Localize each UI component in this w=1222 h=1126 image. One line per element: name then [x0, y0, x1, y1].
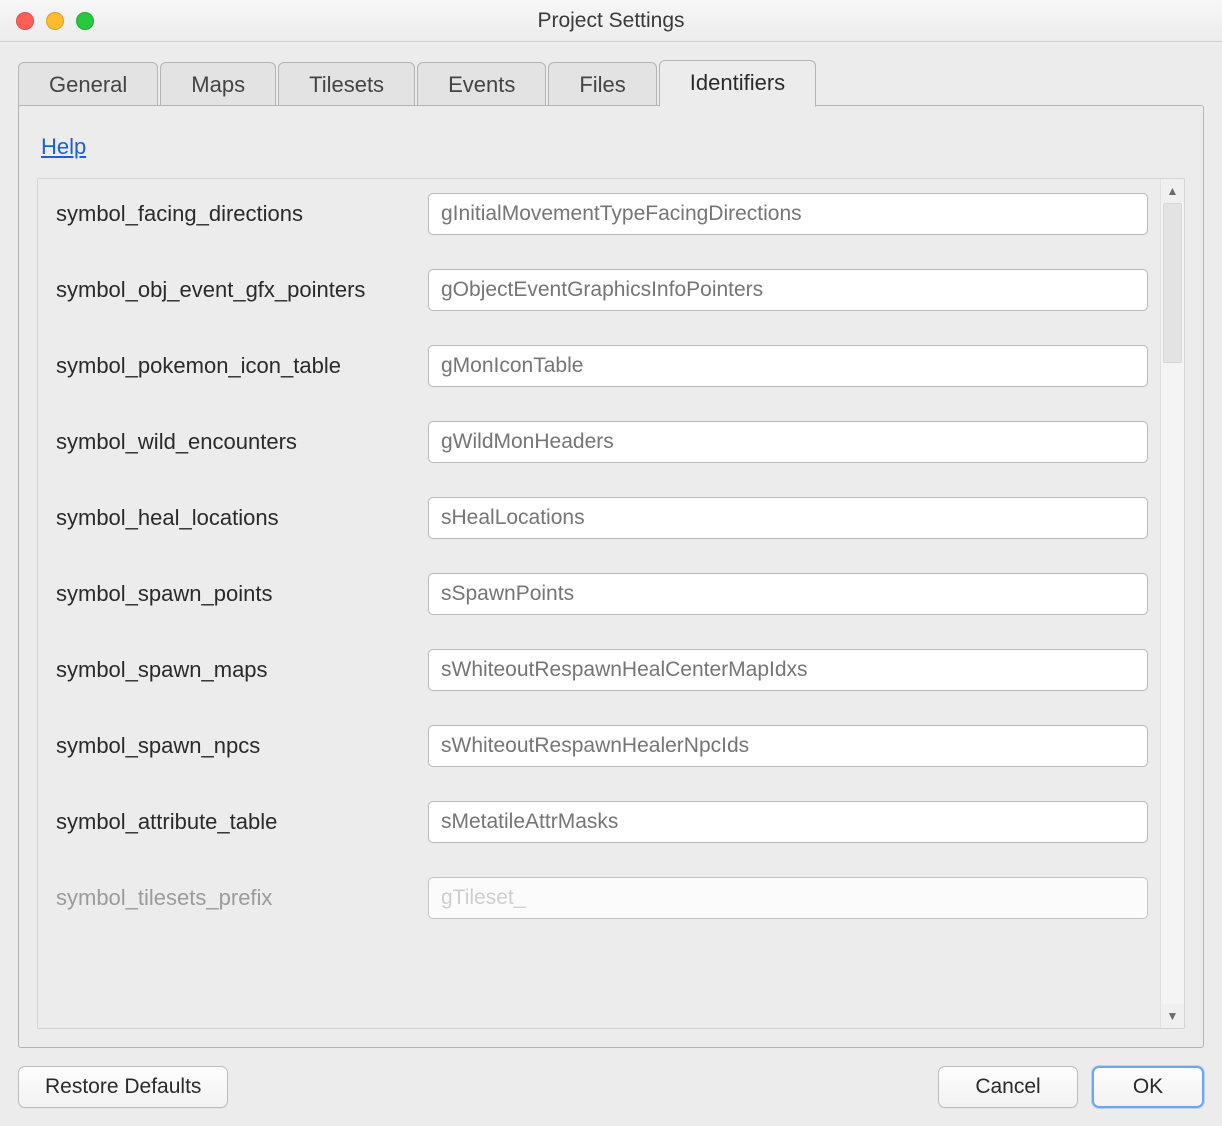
identifier-row: symbol_pokemon_icon_table	[50, 345, 1148, 387]
scroll-down-icon[interactable]: ▼	[1161, 1004, 1184, 1028]
ok-button[interactable]: OK	[1092, 1066, 1204, 1108]
identifiers-list: symbol_facing_directions symbol_obj_even…	[38, 179, 1160, 1028]
identifier-label: symbol_obj_event_gfx_pointers	[50, 277, 428, 303]
identifier-label: symbol_spawn_maps	[50, 657, 428, 683]
identifier-input-tilesets-prefix[interactable]	[428, 877, 1148, 919]
dialog-footer: Restore Defaults Cancel OK	[18, 1066, 1204, 1108]
tabs-row: General Maps Tilesets Events Files Ident…	[18, 60, 1204, 106]
identifier-label: symbol_spawn_npcs	[50, 733, 428, 759]
tab-panel-identifiers: Help symbol_facing_directions symbol_obj…	[18, 105, 1204, 1048]
cancel-button[interactable]: Cancel	[938, 1066, 1078, 1108]
identifiers-list-container: symbol_facing_directions symbol_obj_even…	[37, 178, 1185, 1029]
identifier-input-heal-locations[interactable]	[428, 497, 1148, 539]
content-area: General Maps Tilesets Events Files Ident…	[0, 42, 1222, 1126]
identifier-input-pokemon-icon-table[interactable]	[428, 345, 1148, 387]
identifier-row: symbol_heal_locations	[50, 497, 1148, 539]
identifier-label: symbol_attribute_table	[50, 809, 428, 835]
identifier-label: symbol_spawn_points	[50, 581, 428, 607]
tab-maps[interactable]: Maps	[160, 62, 276, 108]
identifier-row: symbol_wild_encounters	[50, 421, 1148, 463]
identifier-label: symbol_heal_locations	[50, 505, 428, 531]
identifier-row: symbol_obj_event_gfx_pointers	[50, 269, 1148, 311]
tab-events[interactable]: Events	[417, 62, 546, 108]
zoom-icon[interactable]	[76, 12, 94, 30]
identifier-input-attribute-table[interactable]	[428, 801, 1148, 843]
identifier-label: symbol_tilesets_prefix	[50, 885, 428, 911]
identifier-label: symbol_wild_encounters	[50, 429, 428, 455]
identifier-label: symbol_facing_directions	[50, 201, 428, 227]
tab-general[interactable]: General	[18, 62, 158, 108]
identifier-row: symbol_attribute_table	[50, 801, 1148, 843]
identifier-input-obj-event-gfx-pointers[interactable]	[428, 269, 1148, 311]
identifier-input-wild-encounters[interactable]	[428, 421, 1148, 463]
identifier-row: symbol_facing_directions	[50, 193, 1148, 235]
tab-tilesets[interactable]: Tilesets	[278, 62, 415, 108]
traffic-lights	[16, 12, 94, 30]
tab-identifiers[interactable]: Identifiers	[659, 60, 816, 107]
scroll-track[interactable]	[1161, 203, 1184, 1004]
identifier-row: symbol_spawn_points	[50, 573, 1148, 615]
tab-files[interactable]: Files	[548, 62, 656, 108]
scroll-thumb[interactable]	[1163, 203, 1182, 363]
identifier-label: symbol_pokemon_icon_table	[50, 353, 428, 379]
scrollbar[interactable]: ▲ ▼	[1160, 179, 1184, 1028]
titlebar: Project Settings	[0, 0, 1222, 42]
identifier-row: symbol_tilesets_prefix	[50, 877, 1148, 919]
identifier-input-spawn-maps[interactable]	[428, 649, 1148, 691]
close-icon[interactable]	[16, 12, 34, 30]
scroll-up-icon[interactable]: ▲	[1161, 179, 1184, 203]
restore-defaults-button[interactable]: Restore Defaults	[18, 1066, 228, 1108]
identifier-row: symbol_spawn_npcs	[50, 725, 1148, 767]
window-title: Project Settings	[0, 9, 1222, 33]
identifier-row: symbol_spawn_maps	[50, 649, 1148, 691]
identifier-input-spawn-npcs[interactable]	[428, 725, 1148, 767]
identifier-input-spawn-points[interactable]	[428, 573, 1148, 615]
help-link[interactable]: Help	[41, 134, 1185, 160]
identifier-input-facing-directions[interactable]	[428, 193, 1148, 235]
minimize-icon[interactable]	[46, 12, 64, 30]
